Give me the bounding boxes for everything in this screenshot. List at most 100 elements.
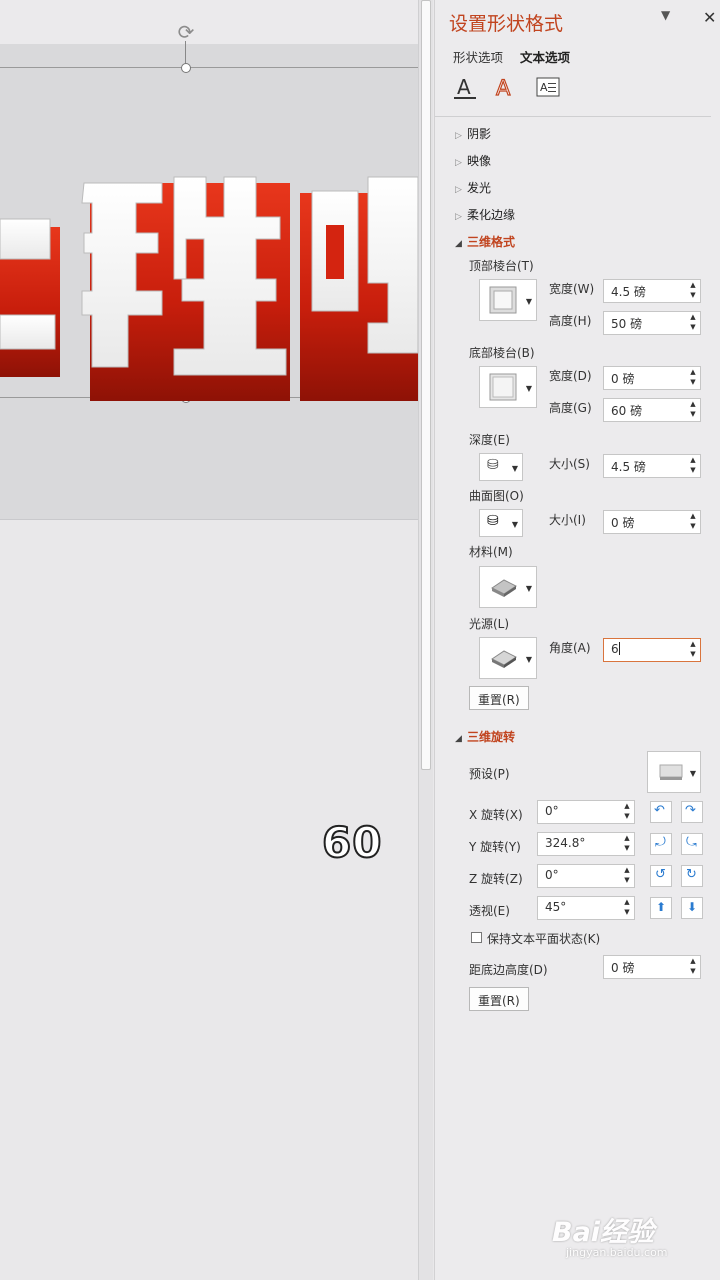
slide-canvas[interactable]: ⟳ 60	[0, 0, 418, 1280]
reset-3d-rotation-button[interactable]: 重置(R)	[469, 987, 529, 1011]
selection-border-top	[0, 67, 418, 68]
spin-arrows-icon[interactable]: ▲ ▼	[688, 399, 698, 421]
char-ban	[81, 176, 290, 401]
material-dropdown[interactable]: ▼	[479, 566, 537, 608]
text-fill-outline-icon[interactable]: A	[451, 74, 481, 102]
spin-arrows-icon[interactable]: ▲ ▼	[688, 367, 698, 389]
format-shape-pane: 设置形状格式 ▼ ✕ 形状选项 文本选项 A A A ▷ 阴影 ▷ 映像 ▷ 发光 ▷…	[434, 0, 720, 1280]
rotate-handle-icon[interactable]: ⟳	[176, 22, 196, 42]
baidu-jingyan-watermark: Bai经验 jingyan.baidu.com	[552, 1210, 668, 1259]
contour-size-spinner[interactable]: 0 磅 ▲ ▼	[603, 510, 701, 534]
top-height-spinner[interactable]: 50 磅 ▲ ▼	[603, 311, 701, 335]
section-3d-format[interactable]: ◢ 三维格式	[455, 233, 515, 250]
spin-arrows-icon[interactable]: ▲ ▼	[688, 511, 698, 533]
spin-arrows-icon[interactable]: ▲ ▼	[688, 312, 698, 334]
spin-arrows-icon[interactable]: ▲ ▼	[688, 455, 698, 477]
expand-triangle-icon: ▷	[455, 212, 462, 222]
z-rotation-spinner[interactable]: 0° ▲ ▼	[537, 864, 635, 888]
perspective-decrease-button[interactable]: ⬇	[681, 897, 703, 919]
rotate-up-icon: ⤾	[655, 835, 666, 850]
rotate-clockwise-icon: ↻	[686, 867, 697, 882]
bottom-bevel-dropdown[interactable]: ▼	[479, 366, 537, 408]
watermark-brand: Bai经验	[552, 1217, 655, 1248]
chevron-down-icon: ▼	[525, 297, 532, 306]
bevel-preview-icon	[489, 373, 517, 401]
preset-label: 预设(P)	[469, 767, 510, 781]
angle-spinner[interactable]: 6 ▲ ▼	[603, 638, 701, 662]
pane-close-icon[interactable]: ✕	[703, 8, 716, 27]
chevron-down-icon: ▼	[525, 655, 532, 664]
pane-options-chevron-icon[interactable]: ▼	[661, 8, 670, 22]
rotate-stem	[185, 41, 186, 65]
spin-arrows-icon[interactable]: ▲ ▼	[688, 280, 698, 302]
arrow-up-icon: ⬆	[656, 900, 667, 914]
lighting-dropdown[interactable]: ▼	[479, 637, 537, 679]
x-rotation-spinner[interactable]: 0° ▲ ▼	[537, 800, 635, 824]
spin-arrows-icon[interactable]: ▲ ▼	[622, 833, 632, 855]
section-3d-rotation[interactable]: ◢ 三维旋转	[455, 728, 515, 745]
x-rotation-label: X 旋转(X)	[469, 808, 523, 822]
text-effects-icon[interactable]: A	[490, 74, 520, 102]
tab-shape-options[interactable]: 形状选项	[453, 47, 503, 66]
rotation-preset-dropdown[interactable]: ▼	[647, 751, 701, 793]
vertical-scrollbar[interactable]	[418, 0, 433, 1280]
depth-size-label: 大小(S)	[549, 457, 590, 471]
material-label: 材料(M)	[469, 545, 513, 559]
top-width-spinner[interactable]: 4.5 磅 ▲ ▼	[603, 279, 701, 303]
scrollbar-thumb[interactable]	[421, 0, 431, 770]
bottom-height-spinner[interactable]: 60 磅 ▲ ▼	[603, 398, 701, 422]
resize-handle-top[interactable]	[181, 63, 191, 73]
reset-3d-format-button[interactable]: 重置(R)	[469, 686, 529, 710]
text-cursor	[618, 642, 620, 655]
chevron-down-icon: ▼	[689, 769, 696, 778]
rotate-down-icon: ⤿	[686, 835, 697, 850]
tab-text-options[interactable]: 文本选项	[520, 47, 570, 66]
section-reflection[interactable]: ▷ 映像	[455, 152, 491, 169]
spin-arrows-icon[interactable]: ▲ ▼	[622, 801, 632, 823]
rotate-right-icon: ↷	[685, 803, 696, 818]
contour-color-dropdown[interactable]: ⛁ ▼	[479, 509, 523, 537]
section-soft-edges[interactable]: ▷ 柔化边缘	[455, 206, 515, 223]
z-rotation-label: Z 旋转(Z)	[469, 872, 523, 886]
rotate-counterclockwise-icon: ↺	[655, 867, 666, 882]
spin-arrows-icon[interactable]: ▲ ▼	[688, 956, 698, 978]
svg-text:A: A	[496, 76, 511, 100]
lighting-label: 光源(L)	[469, 617, 510, 631]
spin-arrows-icon[interactable]: ▲ ▼	[688, 639, 698, 661]
top-bevel-dropdown[interactable]: ▼	[479, 279, 537, 321]
bottom-height-label: 高度(G)	[549, 401, 592, 415]
arrow-down-icon: ⬇	[687, 900, 698, 914]
chevron-down-icon: ▼	[525, 584, 532, 593]
rotate-down-button[interactable]: ⤿	[681, 833, 703, 855]
spin-arrows-icon[interactable]: ▲ ▼	[622, 897, 632, 919]
expand-triangle-icon: ▷	[455, 131, 462, 141]
rotate-right-button[interactable]: ↷	[681, 801, 703, 823]
distance-spinner[interactable]: 0 磅 ▲ ▼	[603, 955, 701, 979]
chevron-down-icon: ▼	[511, 464, 518, 473]
perspective-spinner[interactable]: 45° ▲ ▼	[537, 896, 635, 920]
section-shadow[interactable]: ▷ 阴影	[455, 125, 491, 142]
expand-triangle-icon: ▷	[455, 185, 462, 195]
textbox-layout-icon[interactable]: A	[533, 74, 563, 102]
rotate-clockwise-button[interactable]: ↻	[681, 865, 703, 887]
bottom-width-spinner[interactable]: 0 磅 ▲ ▼	[603, 366, 701, 390]
y-rotation-label: Y 旋转(Y)	[469, 840, 521, 854]
rotate-up-button[interactable]: ⤾	[650, 833, 672, 855]
rotate-left-icon: ↶	[654, 803, 665, 818]
depth-color-dropdown[interactable]: ⛁ ▼	[479, 453, 523, 481]
keep-text-flat-checkbox[interactable]	[471, 932, 482, 943]
contour-label: 曲面图(O)	[469, 489, 524, 503]
spin-arrows-icon[interactable]: ▲ ▼	[622, 865, 632, 887]
rotate-left-button[interactable]: ↶	[650, 801, 672, 823]
section-glow[interactable]: ▷ 发光	[455, 179, 491, 196]
perspective-increase-button[interactable]: ⬆	[650, 897, 672, 919]
wordart-3d-text[interactable]	[0, 165, 418, 405]
paint-bucket-icon: ⛁	[487, 513, 499, 529]
rotate-counterclockwise-button[interactable]: ↺	[650, 865, 672, 887]
perspective-label: 透视(E)	[469, 904, 510, 918]
bevel-preview-icon	[489, 286, 517, 314]
chevron-down-icon: ▼	[511, 520, 518, 529]
depth-size-spinner[interactable]: 4.5 磅 ▲ ▼	[603, 454, 701, 478]
y-rotation-spinner[interactable]: 324.8° ▲ ▼	[537, 832, 635, 856]
top-bevel-label: 顶部棱台(T)	[469, 259, 534, 273]
